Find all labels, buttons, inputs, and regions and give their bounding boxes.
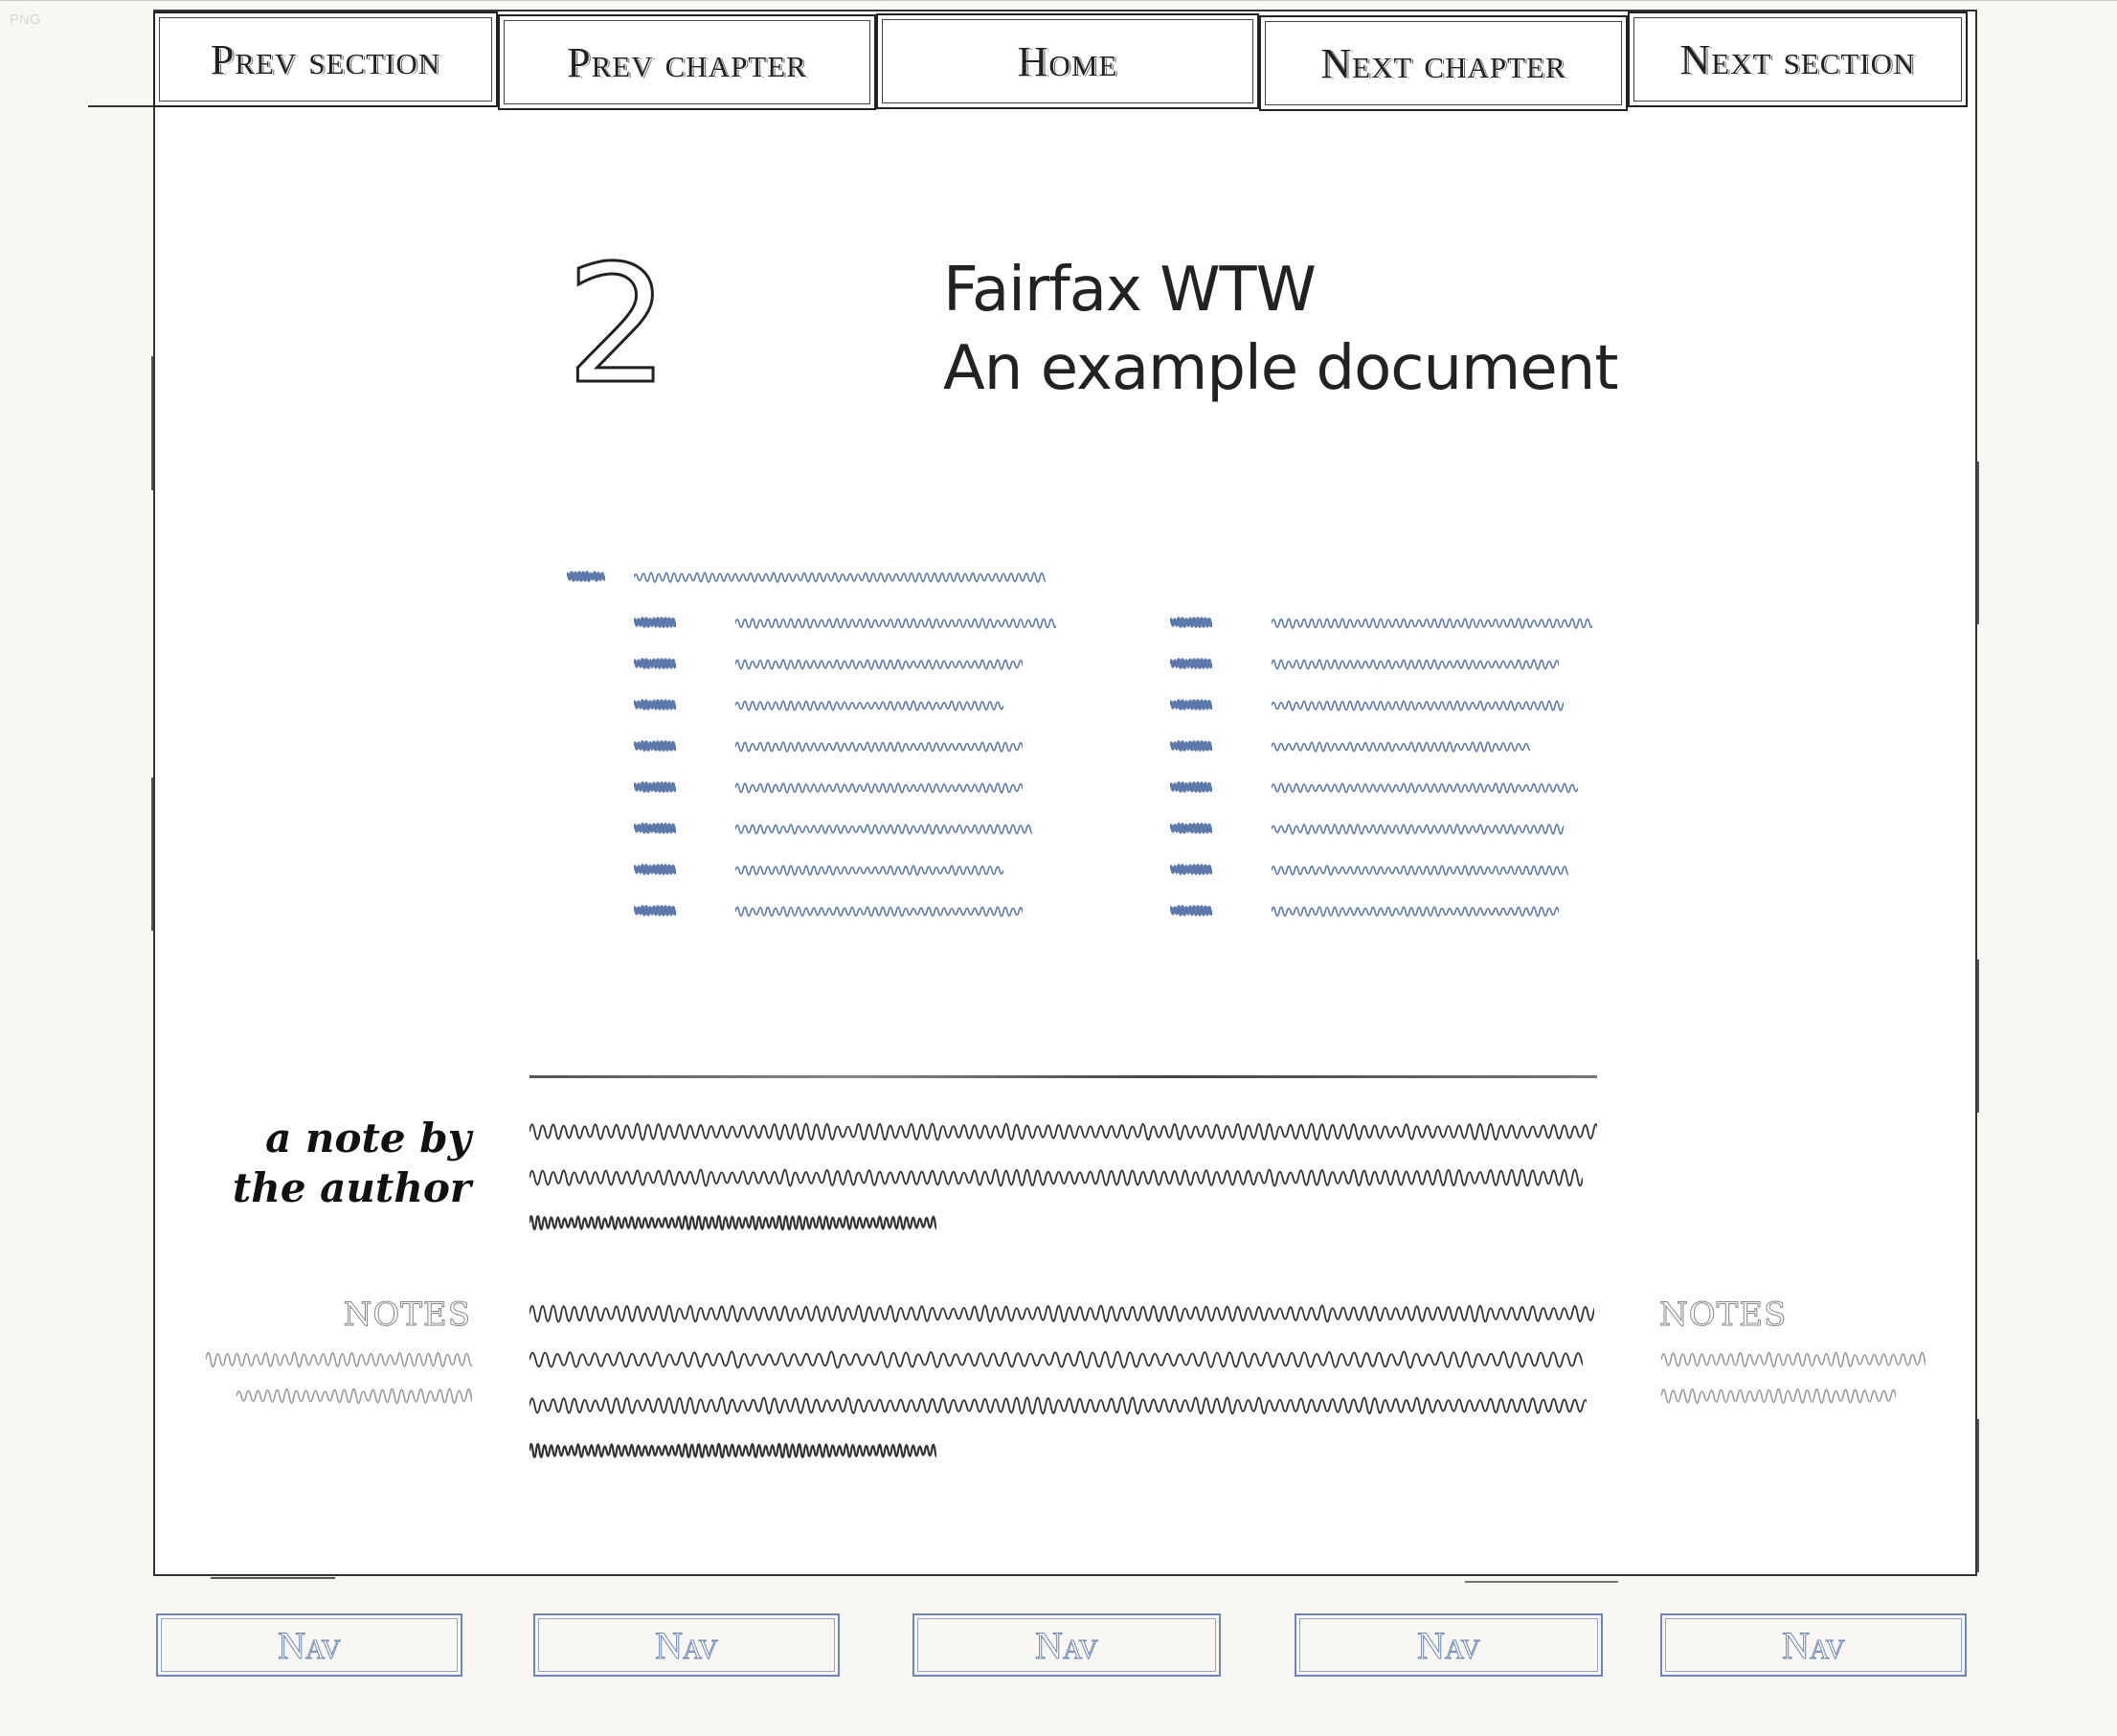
notes-label-left: NOTES	[343, 1296, 471, 1335]
table-of-contents	[565, 560, 1599, 934]
toc-item-number	[1168, 778, 1214, 798]
toc-item-number	[1168, 902, 1214, 921]
notes-line	[1660, 1345, 1930, 1368]
nav-button-1[interactable]: Nav	[156, 1613, 462, 1677]
toc-item	[734, 820, 1035, 839]
sketch-stroke	[151, 356, 153, 490]
toc-item-number	[1168, 737, 1214, 756]
notes-line	[205, 1345, 475, 1368]
divider	[529, 1075, 1597, 1078]
toc-item	[1271, 655, 1564, 674]
toc-heading-number	[565, 568, 607, 587]
toc-item-number	[632, 614, 678, 633]
sketch-stroke	[88, 105, 155, 107]
bottom-navigation: Nav Nav Nav Nav Nav	[153, 1613, 1972, 1686]
author-note-line	[528, 1209, 940, 1231]
toc-item-number	[632, 737, 678, 756]
author-note-line	[529, 1161, 1584, 1187]
toc-item-number	[1168, 820, 1214, 839]
toc-item	[734, 778, 1027, 798]
toc-item	[1271, 861, 1571, 880]
toc-item	[734, 614, 1058, 633]
notes-label-right: NOTES	[1658, 1296, 1788, 1335]
notes-line	[1660, 1382, 1902, 1405]
sketch-stroke	[1977, 462, 1979, 624]
toc-item	[1271, 737, 1533, 756]
nav-button-5[interactable]: Nav	[1660, 1613, 1967, 1677]
sketch-stroke	[1977, 1419, 1979, 1572]
next-section-tab[interactable]: Next section	[1628, 11, 1968, 107]
prev-section-tab[interactable]: Prev section	[153, 11, 498, 107]
chapter-number: 2	[564, 231, 670, 420]
top-rule	[0, 0, 2117, 1]
next-chapter-tab[interactable]: Next chapter	[1259, 15, 1628, 111]
top-navigation: Prev section Prev chapter Home Next chap…	[153, 11, 1968, 111]
toc-item	[1271, 820, 1571, 839]
toc-item-number	[632, 861, 678, 880]
body-line	[529, 1297, 1605, 1323]
sketch-stroke	[151, 778, 153, 931]
toc-item-number	[1168, 696, 1214, 715]
toc-item	[734, 696, 1004, 715]
nav-button-3[interactable]: Nav	[912, 1613, 1221, 1677]
prev-chapter-tab[interactable]: Prev chapter	[498, 14, 876, 110]
toc-item-number	[1168, 655, 1214, 674]
toc-heading-text	[633, 568, 1048, 587]
toc-item	[1271, 778, 1579, 798]
toc-item-number	[1168, 861, 1214, 880]
nav-button-2[interactable]: Nav	[533, 1613, 840, 1677]
toc-item	[1271, 696, 1571, 715]
toc-item	[734, 655, 1027, 674]
notes-line	[236, 1382, 477, 1405]
author-note-label: a note by the author	[232, 1115, 471, 1211]
toc-item	[734, 902, 1027, 921]
body-line	[529, 1343, 1588, 1369]
nav-button-4[interactable]: Nav	[1295, 1613, 1603, 1677]
toc-item-number	[632, 655, 678, 674]
toc-item-number	[632, 820, 678, 839]
sketch-stroke	[1977, 959, 1979, 1113]
toc-item-number	[1168, 614, 1214, 633]
chapter-title: Fairfax WTW An example document	[943, 251, 1618, 408]
body-line	[528, 1437, 940, 1459]
toc-item	[1271, 902, 1564, 921]
body-line	[529, 1389, 1594, 1415]
toc-item	[734, 737, 1027, 756]
chapter-title-line-2: An example document	[943, 333, 1618, 404]
sketch-stroke	[211, 1577, 335, 1579]
toc-item-number	[632, 696, 678, 715]
home-tab[interactable]: Home	[876, 13, 1259, 109]
author-note-line	[529, 1116, 1605, 1141]
toc-item	[1271, 614, 1594, 633]
toc-item	[734, 861, 1004, 880]
png-watermark: PNG	[10, 11, 41, 28]
sketch-stroke	[1465, 1581, 1618, 1583]
chapter-title-line-1: Fairfax WTW	[943, 255, 1317, 326]
toc-item-number	[632, 902, 678, 921]
toc-item-number	[632, 778, 678, 798]
